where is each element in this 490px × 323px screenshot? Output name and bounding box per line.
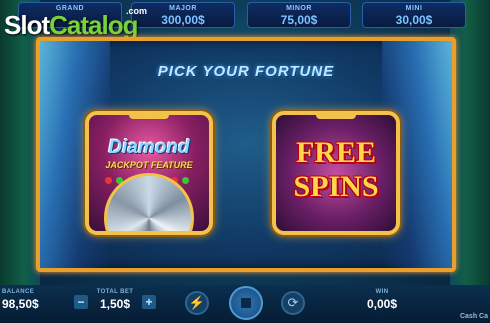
bet-decrease-button[interactable]: − bbox=[74, 295, 88, 309]
total-bet-display: TOTAL BET 1,50$ bbox=[90, 289, 140, 311]
balance-value: 98,50$ bbox=[2, 297, 39, 311]
jackpot-mini-value: 30,00$ bbox=[395, 13, 433, 27]
bet-increase-button[interactable]: + bbox=[142, 295, 156, 309]
jungle-right-decoration bbox=[450, 0, 490, 290]
crown-ornament bbox=[129, 115, 169, 119]
free-spins-option[interactable]: FREE SPINS bbox=[272, 111, 400, 235]
provider-brand: Cash Ca bbox=[459, 313, 488, 320]
free-spins-line2: SPINS bbox=[293, 170, 379, 203]
win-value: 0,00$ bbox=[366, 297, 398, 311]
diamond-jackpot-feature-option[interactable]: Diamond JACKPOT FEATURE bbox=[85, 111, 213, 235]
control-bar: BALANCE 98,50$ − TOTAL BET 1,50$ + ⚡ ⟳ W… bbox=[0, 285, 490, 323]
total-bet-value: 1,50$ bbox=[99, 297, 131, 311]
diamond-title: Diamond bbox=[108, 137, 190, 158]
jackpot-mini-label: MINI bbox=[405, 5, 423, 12]
jackpot-minor: MINOR 75,00$ bbox=[247, 2, 351, 28]
jackpot-minor-label: MINOR bbox=[286, 5, 312, 12]
autoplay-icon[interactable]: ⟳ bbox=[281, 291, 305, 315]
bonus-frame: PICK YOUR FORTUNE Diamond JACKPOT FEATUR… bbox=[36, 37, 456, 272]
slotcatalog-watermark: SlotCatalog .com bbox=[4, 6, 154, 40]
pick-your-fortune-title: PICK YOUR FORTUNE bbox=[157, 63, 335, 80]
stop-icon bbox=[241, 298, 251, 308]
watermark-slot: Slot bbox=[4, 10, 50, 40]
watermark-catalog: Catalog bbox=[49, 10, 138, 40]
green-gem bbox=[182, 177, 189, 184]
lightning-icon[interactable]: ⚡ bbox=[185, 291, 209, 315]
win-display: WIN 0,00$ bbox=[352, 289, 412, 311]
jackpot-mini: MINI 30,00$ bbox=[362, 2, 466, 28]
jackpot-minor-value: 75,00$ bbox=[280, 13, 318, 27]
jackpot-feature-subtitle: JACKPOT FEATURE bbox=[105, 160, 193, 170]
crown-ornament bbox=[316, 115, 356, 119]
balance-display: BALANCE 98,50$ bbox=[0, 289, 50, 311]
spin-stop-button[interactable] bbox=[229, 286, 263, 320]
win-label: WIN bbox=[375, 289, 389, 295]
watermark-com: .com bbox=[126, 6, 148, 16]
balance-label: BALANCE bbox=[2, 289, 35, 295]
free-spins-line1: FREE bbox=[295, 136, 376, 169]
jungle-left-decoration bbox=[0, 0, 40, 290]
red-gem bbox=[105, 177, 112, 184]
total-bet-label: TOTAL BET bbox=[96, 289, 134, 295]
